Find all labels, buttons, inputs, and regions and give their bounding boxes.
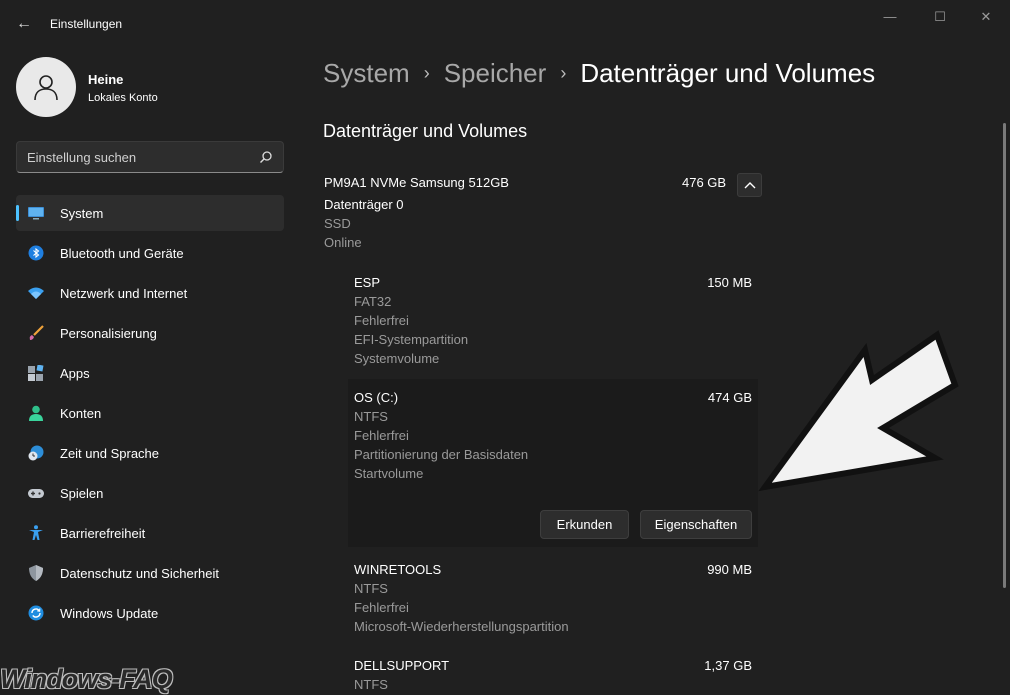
volume-filesystem: NTFS: [354, 409, 388, 424]
sidebar-item-system[interactable]: System: [16, 195, 284, 231]
sidebar-item-label: Datenschutz und Sicherheit: [60, 566, 219, 581]
volume-esp[interactable]: ESP 150 MB FAT32 Fehlerfrei EFI-Systempa…: [348, 266, 758, 376]
maximize-button[interactable]: ☐: [917, 6, 963, 28]
annotation-arrow-icon: [758, 330, 959, 492]
chevron-up-icon: [744, 182, 755, 189]
profile-account-type: Lokales Konto: [88, 92, 158, 104]
properties-button[interactable]: Eigenschaften: [640, 510, 752, 539]
shield-icon: [29, 565, 43, 581]
wifi-icon: [28, 287, 44, 299]
paintbrush-icon: [29, 325, 44, 340]
sidebar-item-network[interactable]: Netzwerk und Internet: [16, 275, 284, 311]
volume-dellsupport[interactable]: DELLSUPPORT 1,37 GB NTFS: [348, 649, 758, 693]
volume-size: 474 GB: [707, 390, 752, 405]
sidebar-item-label: Zeit und Sprache: [60, 446, 160, 461]
scrollbar[interactable]: [1003, 123, 1006, 588]
breadcrumb: System › Speicher › Datenträger und Volumes: [323, 58, 875, 89]
sidebar-item-label: Personalisierung: [60, 326, 157, 341]
page-title: Datenträger und Volumes: [580, 58, 876, 88]
chevron-right-icon: ›: [423, 63, 430, 83]
person-icon: [29, 405, 43, 421]
sidebar-item-label: System: [60, 206, 104, 221]
sidebar-item-label: Apps: [60, 366, 90, 381]
volume-partition-type: Partitionierung der Basisdaten: [354, 447, 529, 462]
breadcrumb-storage[interactable]: Speicher: [444, 58, 547, 88]
volume-health: Fehlerfrei: [354, 313, 409, 328]
back-arrow-icon[interactable]: ←: [12, 12, 36, 36]
volume-name: WINRETOOLS: [354, 562, 442, 577]
sidebar-item-gaming[interactable]: Spielen: [16, 475, 284, 511]
avatar[interactable]: [16, 57, 76, 117]
volume-winretools[interactable]: WINRETOOLS 990 MB NTFS Fehlerfrei Micros…: [348, 553, 758, 643]
sidebar-item-accessibility[interactable]: Barrierefreiheit: [16, 515, 284, 551]
system-monitor-icon: [28, 207, 44, 220]
minimize-button[interactable]: —: [867, 6, 913, 28]
volume-filesystem: NTFS: [354, 581, 388, 596]
sidebar-item-apps[interactable]: Apps: [16, 355, 284, 391]
volume-health: Fehlerfrei: [354, 600, 409, 615]
apps-icon: [28, 365, 44, 381]
sidebar-item-windows-update[interactable]: Windows Update: [16, 595, 284, 631]
sidebar-item-time-language[interactable]: Zeit und Sprache: [16, 435, 284, 471]
volume-name: DELLSUPPORT: [354, 658, 450, 673]
chevron-right-icon: ›: [560, 63, 567, 83]
volume-role: Startvolume: [354, 466, 424, 481]
watermark-logo: Windows-FAQ: [0, 664, 173, 694]
volume-os-c[interactable]: OS (C:) 474 GB NTFS Fehlerfrei Partition…: [348, 379, 758, 547]
volume-partition-type: EFI-Systempartition: [354, 332, 469, 347]
volume-size: 1,37 GB: [704, 658, 752, 673]
close-button[interactable]: ✕: [963, 6, 1009, 28]
volume-size: 150 MB: [707, 275, 752, 290]
sidebar-item-label: Netzwerk und Internet: [60, 286, 188, 301]
sidebar-item-label: Windows Update: [60, 606, 159, 621]
sidebar-item-label: Spielen: [60, 486, 104, 501]
volume-filesystem: FAT32: [354, 294, 392, 309]
disk-size: 476 GB: [682, 175, 727, 190]
volume-role: Systemvolume: [354, 351, 440, 366]
search-box[interactable]: [16, 141, 284, 173]
sidebar-item-label: Bluetooth und Geräte: [60, 246, 184, 261]
gamepad-icon: [28, 489, 44, 498]
update-icon: [28, 605, 44, 621]
disk-type: SSD: [324, 216, 351, 231]
volume-health: Fehlerfrei: [354, 428, 409, 443]
disk-name: PM9A1 NVMe Samsung 512GB: [324, 175, 509, 190]
volume-partition-type: Microsoft-Wiederherstellungspartition: [354, 619, 569, 634]
volume-filesystem: NTFS: [354, 677, 388, 692]
sidebar-item-personalization[interactable]: Personalisierung: [16, 315, 284, 351]
search-input[interactable]: [27, 142, 257, 172]
sidebar-nav: System Bluetooth und Geräte Netzwerk und…: [16, 195, 284, 635]
profile-name: Heine: [88, 72, 124, 87]
disk-status: Online: [324, 235, 362, 250]
volume-size: 990 MB: [707, 562, 752, 577]
sidebar-item-label: Konten: [60, 406, 102, 421]
sidebar-item-privacy-security[interactable]: Datenschutz und Sicherheit: [16, 555, 284, 591]
search-icon[interactable]: [259, 150, 273, 164]
sidebar-item-bluetooth[interactable]: Bluetooth und Geräte: [16, 235, 284, 271]
sidebar-item-accounts[interactable]: Konten: [16, 395, 284, 431]
breadcrumb-system[interactable]: System: [323, 58, 410, 88]
volume-name: OS (C:): [354, 390, 399, 405]
explore-button[interactable]: Erkunden: [540, 510, 629, 539]
collapse-disk-button[interactable]: [737, 173, 762, 197]
disk-label: Datenträger 0: [324, 197, 404, 212]
sidebar-item-label: Barrierefreiheit: [60, 526, 146, 541]
section-title: Datenträger und Volumes: [323, 121, 528, 141]
person-icon: [34, 75, 58, 101]
accessibility-icon: [29, 525, 43, 540]
title-bar: ← Einstellungen — ☐ ✕: [0, 0, 1010, 48]
bluetooth-icon: [28, 245, 44, 261]
window-title: Einstellungen: [50, 17, 123, 31]
volume-name: ESP: [354, 275, 381, 290]
clock-globe-icon: [28, 445, 44, 461]
